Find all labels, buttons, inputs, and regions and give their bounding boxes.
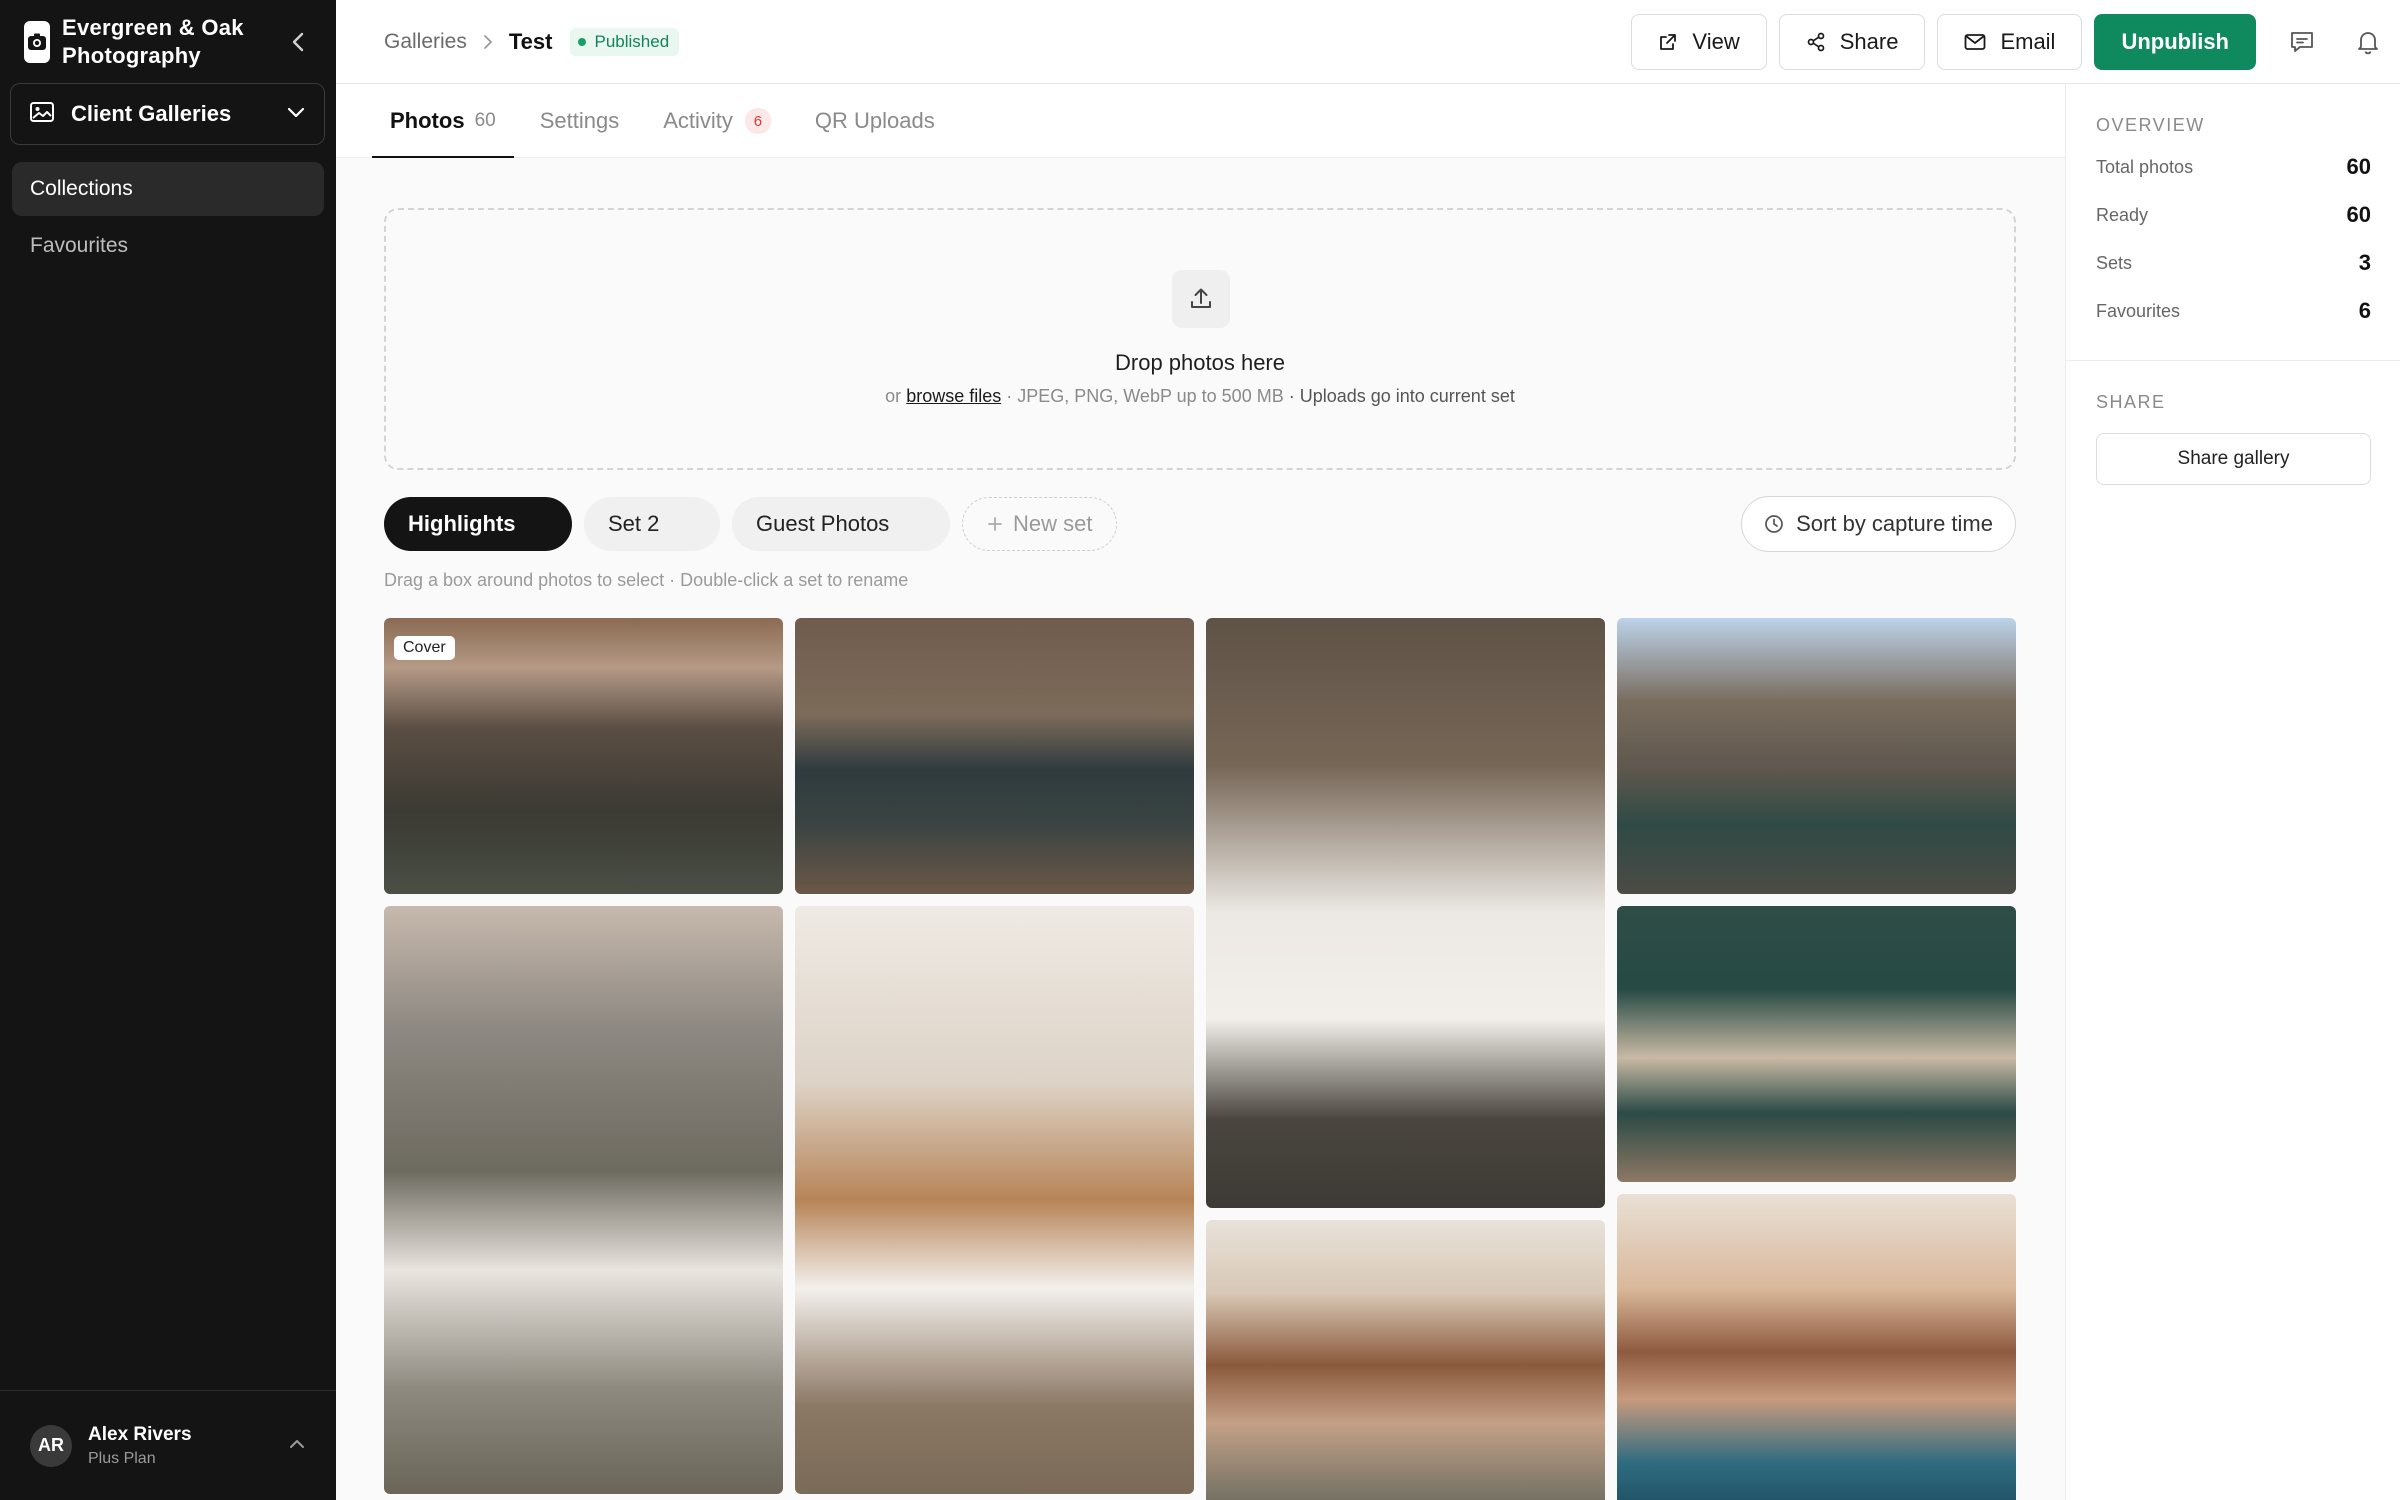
camera-logo-icon xyxy=(24,21,50,63)
brand-name: Evergreen & Oak Photography xyxy=(62,15,244,68)
user-plan: Plus Plan xyxy=(88,1449,156,1467)
plus-icon xyxy=(988,517,1002,531)
sidebar-item-label: Collections xyxy=(30,177,133,200)
user-menu[interactable]: AR Alex Rivers Plus Plan xyxy=(0,1390,336,1500)
overview-panel: OVERVIEW Total photos 60 Ready 60 Sets 3… xyxy=(2065,84,2400,1500)
sidebar: Evergreen & Oak Photography Client Galle… xyxy=(0,0,336,1500)
stat-value: 60 xyxy=(2346,154,2371,179)
mail-icon xyxy=(1965,34,1986,50)
brand[interactable]: Evergreen & Oak Photography xyxy=(24,12,314,72)
photo-count: 60 xyxy=(474,110,496,131)
tab-activity[interactable]: Activity 6 xyxy=(645,84,789,158)
set-highlights[interactable]: Highlights xyxy=(384,497,572,551)
dropzone-subtitle: or browse files · JPEG, PNG, WebP up to … xyxy=(386,386,2014,407)
cover-badge: Cover xyxy=(394,636,455,660)
sort-button[interactable]: Sort by capture time xyxy=(1741,496,2016,552)
selection-hint: Drag a box around photos to select · Dou… xyxy=(384,570,909,590)
photo-thumbnail[interactable]: Cover xyxy=(384,618,783,894)
unpublish-button-label: Unpublish xyxy=(2121,29,2229,54)
tab-photos[interactable]: Photos 60 xyxy=(372,84,514,159)
upload-icon xyxy=(1172,270,1230,328)
workspace-switcher[interactable]: Client Galleries xyxy=(10,83,325,145)
stat-label: Total photos xyxy=(2096,156,2194,177)
external-link-icon xyxy=(1660,34,1677,50)
sidebar-item-label: Favourites xyxy=(30,234,129,257)
share-button-label: Share xyxy=(1839,29,1899,54)
workspace-label: Client Galleries xyxy=(71,101,232,126)
view-button-label: View xyxy=(1692,29,1740,54)
photos-panel: Drop photos here or browse files · JPEG,… xyxy=(336,158,2065,1500)
set-selector: Highlights Set 2 Guest Photos New set So… xyxy=(384,496,2016,552)
tab-qr-uploads[interactable]: QR Uploads xyxy=(797,84,953,158)
dropzone-prefix: or xyxy=(885,386,902,406)
tab-label: Activity xyxy=(663,108,733,133)
overview-title: OVERVIEW xyxy=(2096,115,2205,135)
upload-dropzone[interactable]: Drop photos here or browse files · JPEG,… xyxy=(384,208,2016,470)
share-icon xyxy=(1807,32,1825,52)
stat-value: 6 xyxy=(2358,298,2371,323)
clock-icon xyxy=(1765,515,1783,533)
view-button[interactable]: View xyxy=(1631,14,1767,70)
photo-thumbnail[interactable] xyxy=(1206,1220,1605,1500)
tab-label: Photos xyxy=(390,108,465,133)
stat-label: Sets xyxy=(2096,252,2133,273)
gallery-image-icon xyxy=(29,101,55,128)
share-button[interactable]: Share xyxy=(1778,14,1926,70)
sidebar-item-collections[interactable]: Collections xyxy=(12,162,324,216)
comments-icon[interactable] xyxy=(2280,20,2324,64)
tab-label: QR Uploads xyxy=(814,108,935,133)
status-label: Published xyxy=(594,31,670,51)
email-button-label: Email xyxy=(2000,29,2056,54)
dropzone-title: Drop photos here xyxy=(1115,350,1285,375)
tab-settings[interactable]: Settings xyxy=(522,84,638,158)
avatar: AR xyxy=(30,1424,72,1467)
photo-thumbnail[interactable] xyxy=(1617,618,2016,894)
dropzone-formats: · JPEG, PNG, WebP up to 500 MB xyxy=(1006,386,1284,406)
share-title: SHARE xyxy=(2096,392,2166,412)
share-gallery-button[interactable]: Share gallery xyxy=(2096,433,2371,485)
stat-total-photos: Total photos 60 xyxy=(2096,154,2371,180)
divider xyxy=(2066,360,2400,361)
email-button[interactable]: Email xyxy=(1937,14,2083,70)
tab-label: Settings xyxy=(539,108,620,133)
photo-thumbnail[interactable] xyxy=(384,906,783,1494)
gallery-tabs: Photos 60 Settings Activity 6 QR Uploads xyxy=(336,84,2065,159)
new-set-button[interactable]: New set xyxy=(962,497,1118,551)
stat-label: Favourites xyxy=(2096,300,2181,321)
chevron-up-icon[interactable] xyxy=(288,1437,306,1455)
page-title: Test xyxy=(508,28,553,54)
photo-thumbnail[interactable] xyxy=(1206,618,1605,1208)
chevron-right-icon xyxy=(483,34,493,50)
top-bar: Galleries Test Published View Share Emai… xyxy=(336,0,2400,84)
stat-value: 60 xyxy=(2346,202,2371,227)
photo-thumbnail[interactable] xyxy=(795,906,1194,1494)
photo-thumbnail[interactable] xyxy=(1617,906,2016,1182)
bell-icon[interactable] xyxy=(2346,20,2390,64)
stat-sets: Sets 3 xyxy=(2096,250,2371,276)
collapse-sidebar-icon[interactable] xyxy=(282,26,314,58)
browse-files-link[interactable]: browse files xyxy=(906,386,1001,406)
activity-count-badge: 6 xyxy=(744,108,771,134)
dropzone-tail: · Uploads go into current set xyxy=(1288,386,1515,406)
user-name: Alex Rivers xyxy=(88,1423,192,1445)
sidebar-item-favourites[interactable]: Favourites xyxy=(12,219,324,273)
photo-thumbnail[interactable] xyxy=(1617,1194,2016,1500)
sort-label: Sort by capture time xyxy=(1796,511,1993,536)
photo-thumbnail[interactable] xyxy=(795,618,1194,894)
chevron-down-icon xyxy=(286,105,306,123)
new-set-label: New set xyxy=(1013,511,1093,536)
status-dot xyxy=(578,37,587,46)
stat-label: Ready xyxy=(2096,204,2149,225)
set-guest-photos[interactable]: Guest Photos xyxy=(732,497,950,551)
breadcrumb-galleries[interactable]: Galleries xyxy=(384,30,467,54)
status-badge: Published xyxy=(570,27,680,56)
stat-value: 3 xyxy=(2358,250,2371,275)
set-2[interactable]: Set 2 xyxy=(584,497,720,551)
unpublish-button[interactable]: Unpublish xyxy=(2094,14,2256,70)
stat-ready: Ready 60 xyxy=(2096,202,2371,228)
stat-favourites: Favourites 6 xyxy=(2096,298,2371,324)
